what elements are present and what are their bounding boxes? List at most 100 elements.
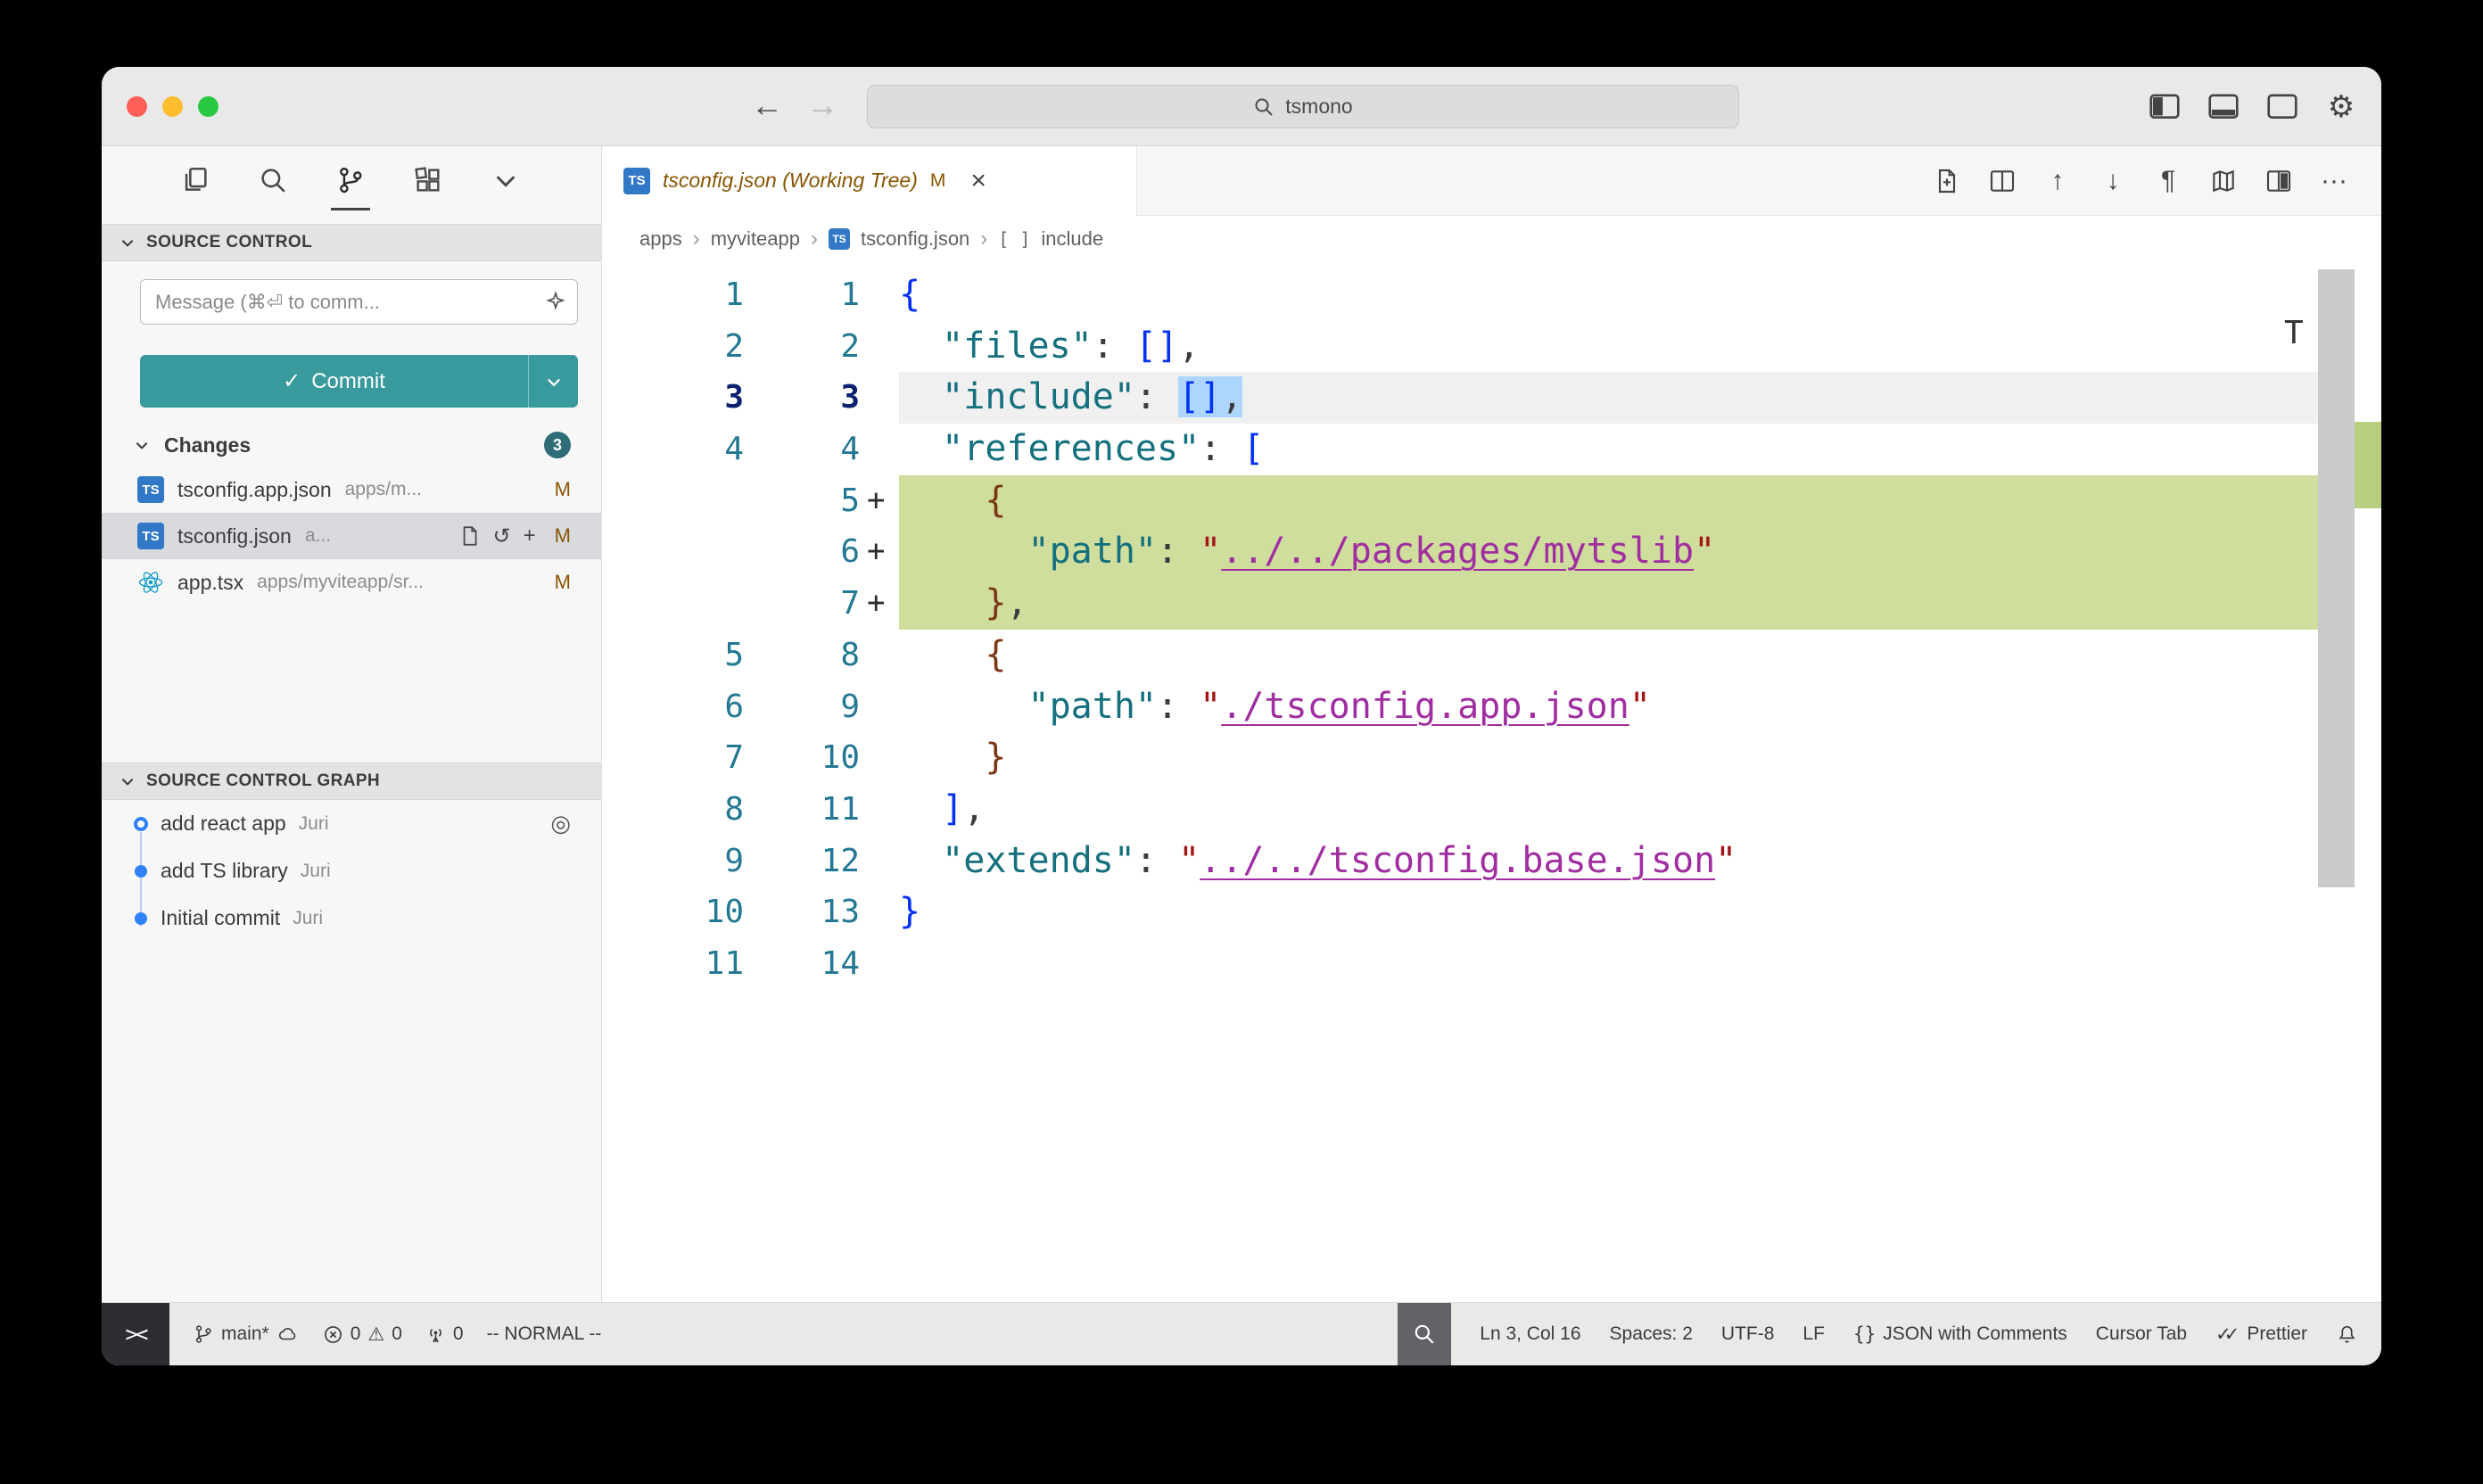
- ports-count: 0: [453, 1323, 464, 1345]
- code-token: :: [1135, 840, 1178, 881]
- code-line[interactable]: 58 {: [602, 630, 2318, 681]
- explorer-icon[interactable]: [176, 153, 215, 210]
- cursor-tab-status[interactable]: Cursor Tab: [2096, 1323, 2187, 1345]
- file-path: apps/myviteapp/sr...: [257, 572, 536, 593]
- ports-status[interactable]: 0: [425, 1323, 464, 1345]
- command-center-search[interactable]: tsmono: [867, 85, 1739, 128]
- toggle-secondary-sidebar-icon[interactable]: [2265, 90, 2299, 124]
- toggle-primary-sidebar-icon[interactable]: [2148, 90, 2182, 124]
- forward-icon[interactable]: →: [803, 87, 842, 124]
- cursor-position-status[interactable]: Ln 3, Col 16: [1480, 1323, 1580, 1345]
- breadcrumb-item[interactable]: myviteapp: [711, 227, 800, 251]
- commit-dropdown-button[interactable]: [528, 355, 578, 408]
- open-changes-icon[interactable]: [1930, 164, 1964, 198]
- code-line[interactable]: 811 ],: [602, 784, 2318, 836]
- line-number-old: 8: [602, 784, 744, 836]
- breadcrumb-item[interactable]: tsconfig.json: [861, 227, 969, 251]
- notifications-bell-icon[interactable]: [2336, 1323, 2358, 1346]
- back-icon[interactable]: ←: [747, 87, 787, 124]
- eol-status[interactable]: LF: [1802, 1323, 1825, 1345]
- code-line[interactable]: 33 "include": [],: [602, 372, 2318, 424]
- close-tab-icon[interactable]: ×: [970, 168, 986, 194]
- commit-button[interactable]: ✓ Commit: [140, 368, 528, 394]
- source-control-section-header[interactable]: SOURCE CONTROL: [102, 224, 601, 261]
- status-bar: >< main* 0 ⚠ 0: [102, 1302, 2381, 1365]
- tab-tsconfig-working-tree[interactable]: TS tsconfig.json (Working Tree) M ×: [602, 146, 1137, 216]
- braces-icon: {}: [1853, 1323, 1876, 1345]
- split-editor-icon[interactable]: [2262, 164, 2296, 198]
- changed-file-row[interactable]: TS tsconfig.app.json apps/m... M: [102, 466, 601, 513]
- diff-editor[interactable]: 11{22 "files": [],33 "include": [],44 "r…: [602, 261, 2381, 1302]
- commit-row[interactable]: add react app Juri ◎: [102, 800, 601, 847]
- eol-text: LF: [1802, 1323, 1825, 1345]
- zoom-indicator[interactable]: [1398, 1303, 1451, 1365]
- vim-mode-indicator[interactable]: -- NORMAL --: [487, 1323, 602, 1345]
- code-line[interactable]: 44 "references": [: [602, 424, 2318, 475]
- open-file-icon[interactable]: [458, 524, 481, 548]
- commit-message-input[interactable]: [140, 279, 578, 325]
- code-line[interactable]: 912 "extends": "../../tsconfig.base.json…: [602, 836, 2318, 887]
- code-line[interactable]: 6+ "path": "../../packages/mytslib": [602, 526, 2318, 578]
- search-view-icon[interactable]: [253, 153, 293, 210]
- code-line[interactable]: 22 "files": [],: [602, 321, 2318, 373]
- close-window-button[interactable]: [127, 96, 147, 117]
- next-change-icon[interactable]: ↓: [2096, 164, 2130, 198]
- changed-file-row[interactable]: TS tsconfig.json a... ↺ + M: [102, 513, 601, 559]
- code-token: "extends": [942, 840, 1135, 881]
- toggle-panel-icon[interactable]: [2207, 90, 2240, 124]
- remote-indicator[interactable]: ><: [102, 1303, 169, 1365]
- formatter-status[interactable]: ✓✓ Prettier: [2215, 1323, 2307, 1346]
- commit-dot: [135, 865, 147, 878]
- extensions-view-icon[interactable]: [408, 153, 448, 210]
- source-control-graph-header[interactable]: SOURCE CONTROL GRAPH: [102, 763, 601, 800]
- commit-author: Juri: [293, 908, 323, 929]
- discard-changes-icon[interactable]: ↺: [493, 524, 511, 549]
- code-token: [899, 531, 1028, 572]
- code-content: {: [899, 475, 2318, 527]
- changes-section-header[interactable]: Changes 3: [102, 424, 601, 466]
- editor-overlay-letter: T: [2284, 315, 2304, 351]
- commit-row[interactable]: add TS library Juri: [102, 847, 601, 895]
- branch-icon: [193, 1323, 214, 1345]
- previous-change-icon[interactable]: ↑: [2041, 164, 2075, 198]
- changed-file-row[interactable]: app.tsx apps/myviteapp/sr... M: [102, 559, 601, 606]
- code-token: "files": [942, 326, 1093, 367]
- indentation-status[interactable]: Spaces: 2: [1610, 1323, 1693, 1345]
- open-preview-icon[interactable]: [1985, 164, 2019, 198]
- code-line[interactable]: 1013}: [602, 886, 2318, 938]
- git-branch-status[interactable]: main*: [193, 1323, 300, 1345]
- code-line[interactable]: 69 "path": "./tsconfig.app.json": [602, 681, 2318, 733]
- code-line[interactable]: 1114: [602, 938, 2318, 990]
- warning-icon: ⚠: [367, 1323, 384, 1346]
- language-mode-status[interactable]: {} JSON with Comments: [1853, 1323, 2067, 1345]
- sync-cloud-icon[interactable]: [276, 1323, 300, 1345]
- scrollbar-thumb[interactable]: [2318, 269, 2355, 887]
- code-line[interactable]: 7+ },: [602, 578, 2318, 630]
- settings-gear-icon[interactable]: ⚙: [2324, 90, 2358, 124]
- code-line[interactable]: 710 }: [602, 732, 2318, 784]
- generate-commit-message-sparkle-icon[interactable]: [544, 290, 567, 313]
- line-number-new: 4: [744, 424, 860, 475]
- line-number-new: 6: [744, 526, 860, 578]
- checkout-target-icon[interactable]: ◎: [550, 810, 571, 837]
- commit-row[interactable]: Initial commit Juri: [102, 895, 601, 942]
- more-views-chevron-icon[interactable]: [486, 153, 525, 210]
- breadcrumb-item[interactable]: apps: [639, 227, 682, 251]
- toggle-whitespace-icon[interactable]: ¶: [2151, 164, 2185, 198]
- code-line[interactable]: 11{: [602, 269, 2318, 321]
- map-outline-icon[interactable]: [2207, 164, 2240, 198]
- source-control-view-icon[interactable]: [331, 153, 370, 210]
- commit-message: add react app: [161, 812, 286, 836]
- problems-status[interactable]: 0 ⚠ 0: [323, 1323, 402, 1346]
- stage-changes-plus-icon[interactable]: +: [524, 524, 536, 548]
- zoom-window-button[interactable]: [198, 96, 219, 117]
- minimize-window-button[interactable]: [162, 96, 183, 117]
- editor-area: TS tsconfig.json (Working Tree) M × ↑ ↓ …: [602, 146, 2381, 1302]
- breadcrumb-item[interactable]: include: [1041, 227, 1103, 251]
- line-number-new: 1: [744, 269, 860, 321]
- line-number-new: 12: [744, 836, 860, 887]
- code-token: ": [1715, 840, 1736, 881]
- code-line[interactable]: 5+ {: [602, 475, 2318, 527]
- encoding-status[interactable]: UTF-8: [1721, 1323, 1775, 1345]
- more-actions-icon[interactable]: ···: [2317, 164, 2351, 198]
